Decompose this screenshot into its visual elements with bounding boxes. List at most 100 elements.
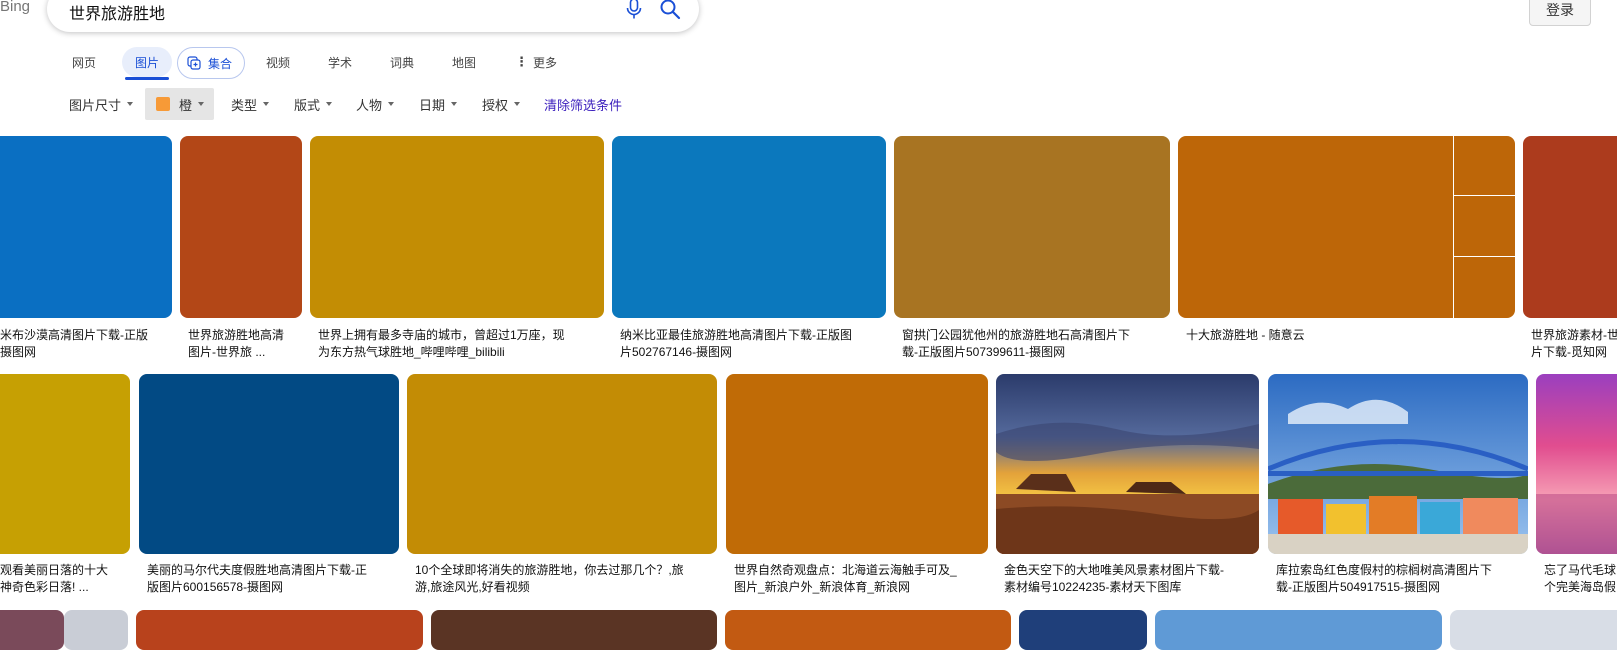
caption-line: 神奇色彩日落! ...	[0, 580, 89, 594]
caption-line: 库拉索岛红色度假村的棕榈树高清图片下	[1276, 563, 1493, 577]
tab-video[interactable]: 视频	[266, 47, 290, 77]
image-result-tile[interactable]	[407, 374, 717, 554]
filter-layout-label: 版式	[294, 97, 321, 113]
image-result-tile[interactable]	[894, 136, 1170, 318]
tab-web[interactable]: 网页	[72, 47, 96, 77]
result-caption[interactable]: 金色天空下的大地唯美风景素材图片下载- 素材编号10224235-素材天下图库	[1004, 562, 1264, 596]
filter-type-label: 类型	[231, 97, 258, 113]
result-caption[interactable]: 世界上拥有最多寺庙的城市，曾超过1万座，现 为东方热气球胜地_哔哩哔哩_bili…	[318, 327, 608, 361]
filter-people[interactable]: 人物	[356, 88, 395, 120]
result-caption[interactable]: 窗拱门公园犹他州的旅游胜地石高清图片下 载-正版图片507399611-摄图网	[902, 327, 1172, 361]
image-result-tile[interactable]	[1019, 610, 1147, 650]
filter-date-label: 日期	[419, 97, 446, 113]
result-caption[interactable]: 世界旅游素材-世 片下载-觅知网	[1531, 327, 1617, 361]
clear-filters-link[interactable]: 清除筛选条件	[544, 88, 622, 120]
tab-images[interactable]: 图片	[122, 47, 173, 80]
chevron-down-icon	[127, 102, 134, 106]
bing-logo[interactable]: Bing	[0, 0, 30, 15]
image-result-tile[interactable]	[726, 374, 988, 554]
caption-line: 窗拱门公园犹他州的旅游胜地石高清图片下	[902, 328, 1131, 342]
search-input[interactable]: 世界旅游胜地	[69, 0, 165, 24]
image-result-tile[interactable]	[136, 610, 423, 650]
chevron-down-icon	[514, 102, 521, 106]
image-result-tile[interactable]	[612, 136, 886, 318]
image-result-tile[interactable]	[139, 374, 399, 554]
caption-line: 十大旅游胜地 - 随意云	[1186, 328, 1305, 342]
tile-divider	[1454, 195, 1515, 196]
tab-academic[interactable]: 学术	[328, 47, 352, 77]
caption-line: 片下载-觅知网	[1531, 345, 1607, 359]
chevron-down-icon	[451, 102, 458, 106]
caption-line: 世界上拥有最多寺庙的城市，曾超过1万座，现	[318, 328, 565, 342]
result-caption[interactable]: 十大旅游胜地 - 随意云	[1186, 327, 1506, 344]
filter-image-size-label: 图片尺寸	[69, 97, 122, 113]
tab-more-label: 更多	[533, 55, 558, 70]
image-result-tile[interactable]	[1155, 610, 1442, 650]
caption-line: 片502767146-摄图网	[620, 345, 733, 359]
image-result-tile[interactable]	[1178, 136, 1515, 318]
filter-type[interactable]: 类型	[231, 88, 270, 120]
caption-line: 载-正版图片507399611-摄图网	[902, 345, 1066, 359]
chevron-down-icon	[198, 102, 205, 106]
image-result-tile[interactable]	[180, 136, 302, 318]
image-result-tile[interactable]	[996, 374, 1259, 554]
result-caption[interactable]: 世界自然奇观盘点：北海道云海触手可及_ 图片_新浪户外_新浪体育_新浪网	[734, 562, 992, 596]
filter-license-label: 授权	[482, 97, 509, 113]
result-caption[interactable]: 纳米比亚最佳旅游胜地高清图片下载-正版图 片502767146-摄图网	[620, 327, 890, 361]
image-result-tile[interactable]	[725, 610, 1011, 650]
result-caption[interactable]: 库拉索岛红色度假村的棕榈树高清图片下 载-正版图片504917515-摄图网	[1276, 562, 1536, 596]
image-result-tile[interactable]	[431, 610, 717, 650]
tab-maps[interactable]: 地图	[452, 47, 476, 77]
caption-line: 米布沙漠高清图片下载-正版	[0, 328, 148, 342]
search-box[interactable]: 世界旅游胜地	[47, 0, 699, 32]
microphone-icon[interactable]	[625, 0, 643, 20]
image-result-tile[interactable]	[310, 136, 604, 318]
image-result-tile[interactable]	[1450, 610, 1617, 650]
caption-line: 摄图网	[0, 345, 37, 359]
caption-line: 忘了马代毛球	[1544, 563, 1617, 577]
tile-divider	[1453, 136, 1454, 318]
filter-color-label: 橙	[179, 97, 193, 113]
result-caption[interactable]: 忘了马代毛球 个完美海岛假	[1544, 562, 1617, 596]
result-caption[interactable]: 10个全球即将消失的旅游胜地，你去过那几个？,旅 游,旅途风光,好看视频	[415, 562, 719, 596]
color-swatch	[156, 97, 170, 111]
filter-people-label: 人物	[356, 97, 383, 113]
caption-line: 纳米比亚最佳旅游胜地高清图片下载-正版图	[620, 328, 852, 342]
chevron-down-icon	[388, 102, 395, 106]
caption-line: 载-正版图片504917515-摄图网	[1276, 580, 1441, 594]
result-caption[interactable]: 米布沙漠高清图片下载-正版 摄图网	[0, 327, 170, 361]
image-result-tile[interactable]	[0, 374, 130, 554]
image-result-tile[interactable]	[0, 136, 172, 318]
caption-line: 图片-世界旅 ...	[188, 345, 266, 359]
search-icon[interactable]	[659, 0, 681, 20]
caption-line: 金色天空下的大地唯美风景素材图片下载-	[1004, 563, 1224, 577]
login-button[interactable]: 登录	[1529, 0, 1591, 26]
image-result-tile[interactable]	[64, 610, 128, 650]
result-caption[interactable]: 观看美丽日落的十大 神奇色彩日落! ...	[0, 562, 128, 596]
caption-line: 图片_新浪户外_新浪体育_新浪网	[734, 580, 911, 594]
filter-date[interactable]: 日期	[419, 88, 458, 120]
caption-line: 素材编号10224235-素材天下图库	[1004, 580, 1182, 594]
caption-line: 观看美丽日落的十大	[0, 563, 109, 577]
tile-divider	[1454, 256, 1515, 257]
result-caption[interactable]: 美丽的马尔代夫度假胜地高清图片下载-正 版图片600156578-摄图网	[147, 562, 403, 596]
tab-more[interactable]: ⋮ 更多	[515, 47, 557, 77]
image-result-tile[interactable]	[1268, 374, 1528, 554]
more-dots-icon: ⋮	[515, 54, 528, 69]
filter-image-size[interactable]: 图片尺寸	[69, 88, 134, 120]
filter-layout[interactable]: 版式	[294, 88, 333, 120]
image-result-tile[interactable]	[1523, 136, 1617, 318]
tab-dictionary[interactable]: 词典	[390, 47, 414, 77]
caption-line: 10个全球即将消失的旅游胜地，你去过那几个？,旅	[415, 563, 684, 577]
result-caption[interactable]: 世界旅游胜地高清 图片-世界旅 ...	[188, 327, 304, 361]
caption-line: 世界旅游胜地高清	[188, 328, 285, 342]
filter-license[interactable]: 授权	[482, 88, 521, 120]
image-result-tile[interactable]	[0, 610, 64, 650]
caption-line: 个完美海岛假	[1544, 580, 1617, 594]
tab-collections[interactable]: 集合	[177, 47, 246, 79]
beach-sunset-photo	[1536, 374, 1617, 554]
filter-color[interactable]: 橙	[145, 88, 215, 120]
chevron-down-icon	[326, 102, 333, 106]
image-result-tile[interactable]	[1536, 374, 1617, 554]
caption-line: 美丽的马尔代夫度假胜地高清图片下载-正	[147, 563, 367, 577]
